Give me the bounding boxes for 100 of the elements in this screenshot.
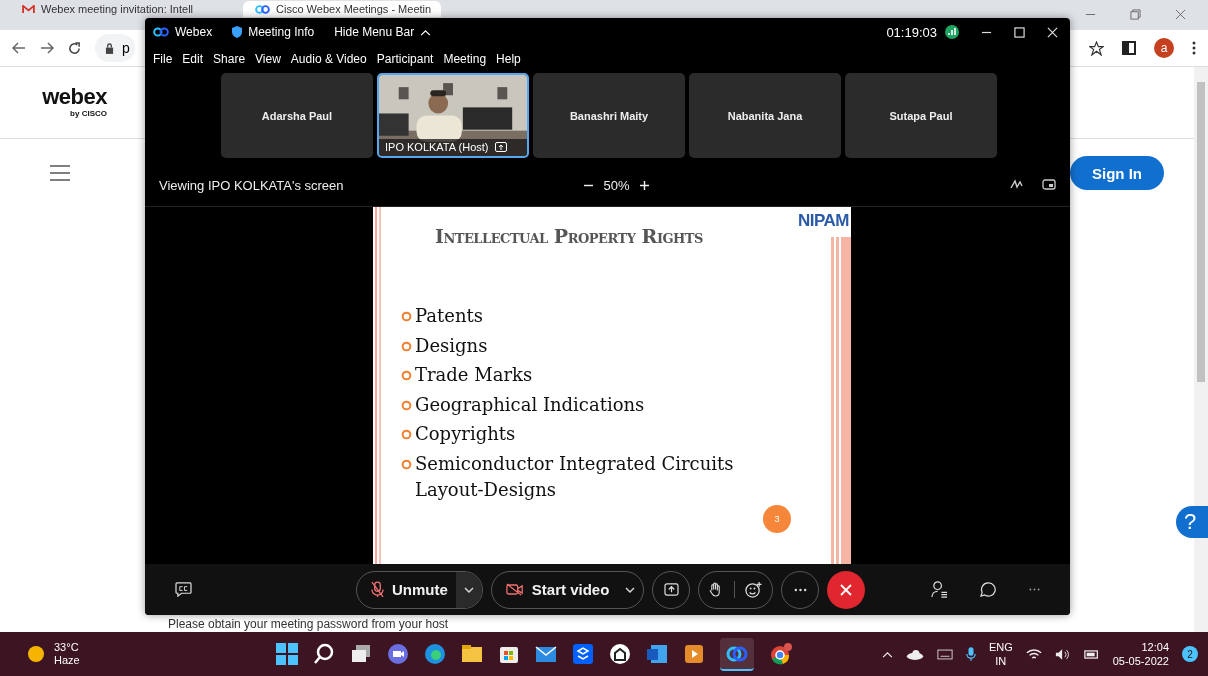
keyboard-icon[interactable] <box>936 648 953 660</box>
profile-avatar[interactable]: a <box>1154 38 1174 58</box>
participant-tile[interactable]: Sutapa Paul <box>845 73 997 158</box>
lock-icon <box>105 42 114 54</box>
participant-name: Adarsha Paul <box>261 109 333 122</box>
play-app-icon[interactable] <box>683 643 705 665</box>
forward-icon[interactable] <box>40 42 54 54</box>
speaker-icon[interactable] <box>1054 647 1071 661</box>
back-icon[interactable] <box>12 42 26 54</box>
star-icon[interactable] <box>1089 40 1104 56</box>
taskbar-app-button[interactable] <box>720 637 754 671</box>
notification-badge[interactable]: 2 <box>1182 646 1198 662</box>
page-number-badge: 3 <box>763 505 791 533</box>
menu-item[interactable]: Edit <box>182 52 204 66</box>
menu-item[interactable]: Meeting <box>443 52 487 66</box>
participant-name: Nabanita Jana <box>727 109 803 122</box>
windows-icon[interactable] <box>276 643 298 665</box>
participant-tile[interactable]: Banashri Maity <box>533 73 685 158</box>
bullet-icon <box>401 458 412 470</box>
task-view-icon[interactable] <box>350 643 372 665</box>
sign-in-button[interactable]: Sign In <box>1070 156 1164 190</box>
captions-icon[interactable] <box>175 582 192 597</box>
participant-name: IPO KOLKATA (Host) <box>385 141 489 153</box>
battery-icon[interactable] <box>1083 649 1100 659</box>
maximize-icon[interactable] <box>1014 26 1025 38</box>
house-icon[interactable] <box>609 643 631 665</box>
chrome-icon[interactable] <box>769 643 793 665</box>
bullet-icon <box>401 311 412 322</box>
folder-icon[interactable] <box>461 643 483 665</box>
participants-icon[interactable] <box>931 581 948 598</box>
wifi-icon[interactable] <box>1025 647 1042 661</box>
notice-text: Please obtain your meeting password from your host <box>168 617 449 631</box>
caret-icon[interactable] <box>455 571 482 608</box>
chevron-up-icon <box>420 28 432 36</box>
microphone-icon[interactable] <box>965 646 976 662</box>
bullet-text: Copyrights <box>415 422 517 446</box>
logo-subtitle: by CISCO <box>70 109 107 118</box>
webex-logo-icon <box>153 27 169 37</box>
document-app-icon[interactable] <box>646 643 668 665</box>
slide-title: Intellectual Property Rights <box>435 225 703 247</box>
menu-item[interactable]: Audio & Video <box>290 52 367 66</box>
search-icon[interactable] <box>313 643 335 665</box>
video-off-icon <box>505 583 524 596</box>
participant-name: Sutapa Paul <box>889 109 953 122</box>
bullet-text: Patents <box>415 304 484 328</box>
restore-icon[interactable] <box>1130 9 1141 20</box>
bullet-text: Trade Marks <box>415 363 534 387</box>
bullet-text: Designs <box>415 333 489 358</box>
cloud-icon[interactable] <box>905 648 924 660</box>
participant-tile[interactable]: IPO KOLKATA (Host) <box>377 73 529 158</box>
temperature: 33°C <box>54 641 80 654</box>
browser-tab[interactable]: Webex meeting invitation: Intell <box>10 1 204 17</box>
bullet-icon <box>401 370 412 381</box>
mail-icon <box>22 4 35 14</box>
webex-logo-icon <box>255 4 271 14</box>
menu-item[interactable]: Share <box>213 52 246 66</box>
menu-item[interactable]: File <box>153 52 173 66</box>
participant-tile[interactable]: Nabanita Jana <box>689 73 841 158</box>
zoom-in-icon[interactable] <box>639 180 649 190</box>
clock-time[interactable]: 12:04 <box>1141 640 1169 654</box>
weather-text: Haze <box>54 654 80 667</box>
meeting-info-button[interactable]: Meeting Info <box>232 25 315 39</box>
close-icon <box>840 583 853 596</box>
menu-icon[interactable] <box>50 165 70 181</box>
scrollbar[interactable] <box>1194 67 1208 632</box>
muted-microphone-icon <box>371 581 384 598</box>
chat-icon[interactable] <box>980 581 997 598</box>
clock-date[interactable]: 05-05-2022 <box>1112 654 1169 668</box>
video-chat-icon[interactable] <box>387 643 409 665</box>
reload-icon[interactable] <box>68 41 81 55</box>
share-screen-icon <box>663 583 679 596</box>
participant-name: Banashri Maity <box>569 109 649 122</box>
hide-menu-bar-button[interactable]: Hide Menu Bar <box>334 25 432 39</box>
annotate-icon[interactable] <box>1010 179 1024 189</box>
browser-icon[interactable] <box>424 643 446 665</box>
mail-icon[interactable] <box>535 643 557 665</box>
meeting-timer: 01:19:03 <box>886 24 937 40</box>
language-text[interactable]: ENG <box>988 640 1013 654</box>
chevron-up-icon[interactable] <box>881 650 893 658</box>
browser-tab[interactable]: Cisco Webex Meetings - Meetin <box>243 1 442 17</box>
slide-logo: NIPAM <box>798 210 850 231</box>
region-text[interactable]: IN <box>995 654 1007 668</box>
screen-icon[interactable] <box>1042 179 1056 191</box>
menu-item[interactable]: View <box>255 52 281 66</box>
menu-item[interactable]: Participant <box>376 52 434 66</box>
reaction-icon[interactable] <box>734 581 763 598</box>
signal-icon[interactable] <box>945 25 959 39</box>
sun-icon <box>26 644 46 664</box>
more-icon[interactable] <box>1029 588 1040 591</box>
bullet-text: Geographical Indications <box>415 392 646 417</box>
viewing-label: Viewing IPO KOLKATA's screen <box>159 177 344 193</box>
more-icon[interactable] <box>1192 41 1196 55</box>
sidebar-icon[interactable] <box>1122 41 1136 55</box>
help-button[interactable]: ? <box>1176 506 1208 538</box>
leave-button[interactable] <box>827 570 866 609</box>
address-field[interactable]: p <box>95 34 135 62</box>
menu-item[interactable]: Help <box>496 52 521 66</box>
raise-hand-icon[interactable] <box>709 582 723 597</box>
participant-tile[interactable]: Adarsha Paul <box>221 73 373 158</box>
box-icon[interactable] <box>572 643 594 665</box>
